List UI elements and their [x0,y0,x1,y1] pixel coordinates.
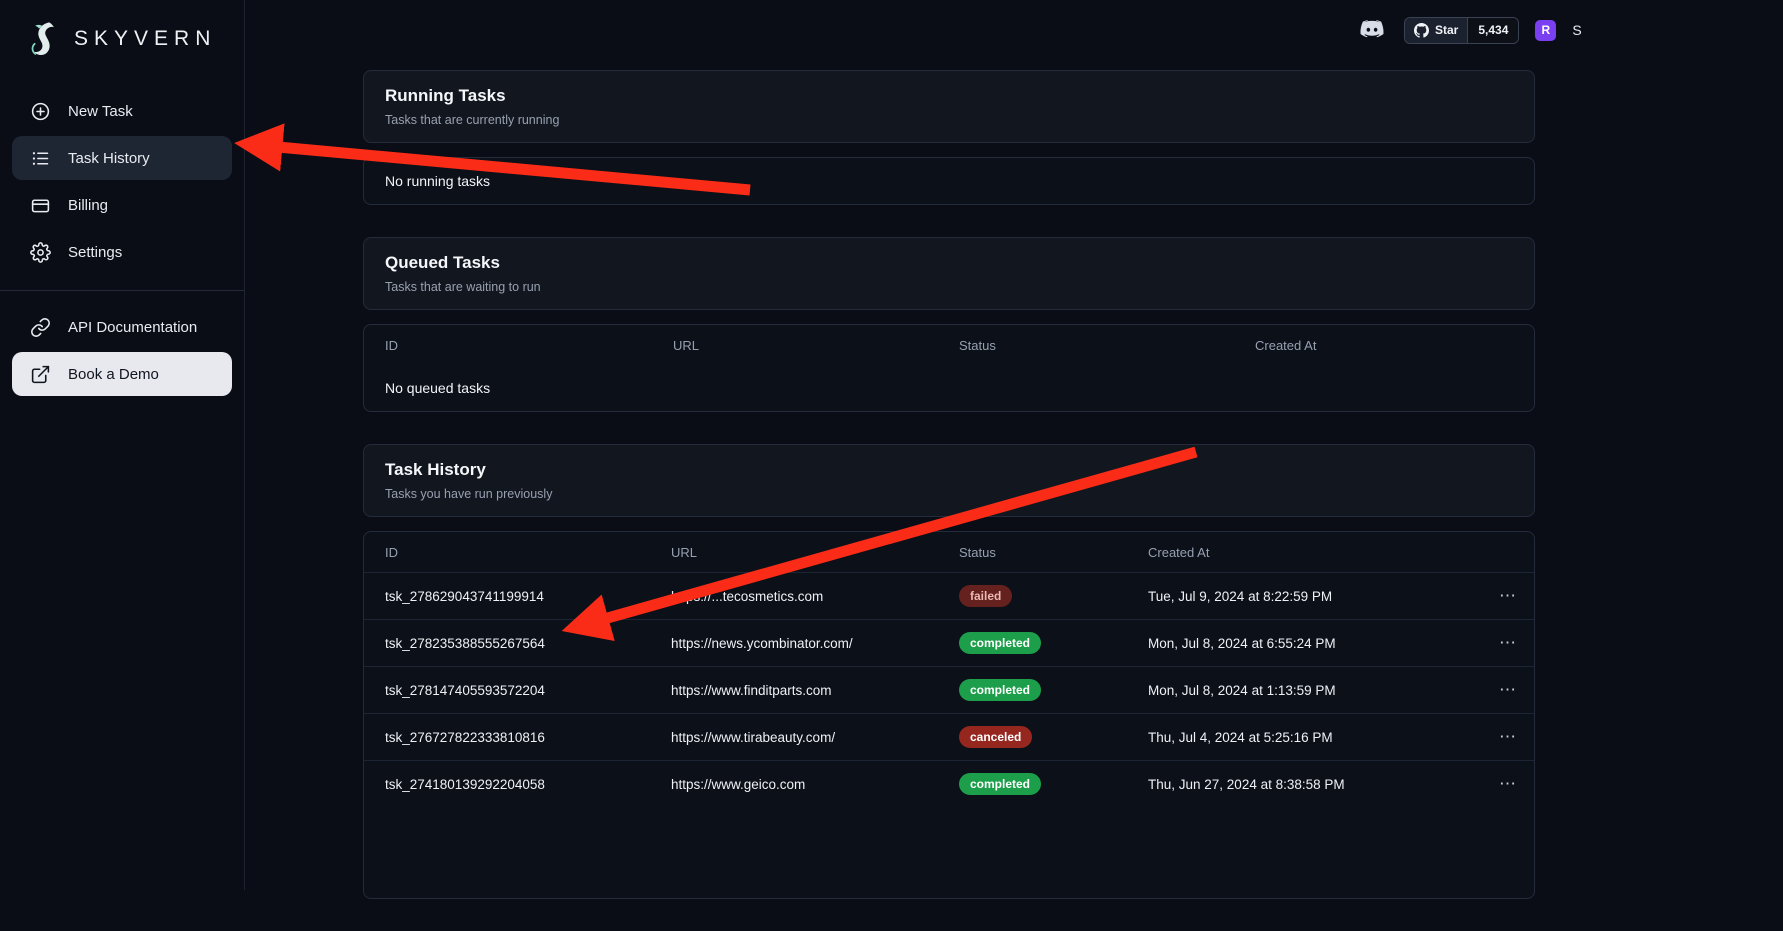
column-header-status: Status [959,338,1255,353]
external-link-icon [29,363,51,385]
plus-circle-icon [29,100,51,122]
table-header-row: ID URL Status Created At [364,532,1534,572]
section-subtitle: Tasks that are currently running [385,113,1513,127]
task-url: https://www.tirabeauty.com/ [671,730,959,745]
sidebar-item-label: Settings [68,244,122,261]
sidebar-divider [0,290,244,291]
column-header-status: Status [959,545,1148,560]
table-row[interactable]: tsk_278235388555267564 https://news.ycom… [364,619,1534,666]
running-tasks-section: Running Tasks Tasks that are currently r… [363,70,1535,205]
status-badge: completed [959,632,1041,655]
sidebar-nav: New Task Task History Billing Settings [0,89,244,396]
github-star-count[interactable]: 5,434 [1467,18,1518,43]
row-actions-button[interactable]: ⋯ [1466,586,1522,606]
status-badge: completed [959,773,1041,796]
sidebar: SKYVERN New Task Task History Billing Se… [0,0,245,890]
avatar[interactable]: R [1535,20,1556,41]
discord-link[interactable] [1358,18,1388,42]
section-subtitle: Tasks that are waiting to run [385,280,1513,294]
task-url: https://...tecosmetics.com [671,589,959,604]
task-created-at: Thu, Jul 4, 2024 at 5:25:16 PM [1148,730,1466,745]
status-badge: completed [959,679,1041,702]
task-created-at: Mon, Jul 8, 2024 at 6:55:24 PM [1148,636,1466,651]
section-title: Queued Tasks [385,253,1513,273]
task-history-table: ID URL Status Created At tsk_27862904374… [363,531,1535,899]
user-name-cutoff: S [1572,22,1581,38]
sidebar-item-label: Billing [68,197,108,214]
brand-name: SKYVERN [74,27,216,51]
queued-tasks-header: Queued Tasks Tasks that are waiting to r… [363,237,1535,310]
skyvern-dragon-icon [22,18,64,60]
list-icon [29,147,51,169]
discord-icon [1358,19,1386,41]
github-icon [1414,23,1429,38]
sidebar-item-label: Book a Demo [68,366,159,383]
column-header-id: ID [385,338,673,353]
github-star-widget[interactable]: Star 5,434 [1404,17,1519,44]
task-url: https://www.geico.com [671,777,959,792]
sidebar-item-task-history[interactable]: Task History [12,136,232,180]
task-history-header: Task History Tasks you have run previous… [363,444,1535,517]
sidebar-item-billing[interactable]: Billing [12,183,232,227]
sidebar-item-book-a-demo[interactable]: Book a Demo [12,352,232,396]
sidebar-item-new-task[interactable]: New Task [12,89,232,133]
row-actions-button[interactable]: ⋯ [1466,727,1522,747]
running-tasks-body: No running tasks [363,157,1535,205]
column-header-url: URL [671,545,959,560]
row-actions-button[interactable]: ⋯ [1466,774,1522,794]
task-created-at: Thu, Jun 27, 2024 at 8:38:58 PM [1148,777,1466,792]
status-badge: canceled [959,726,1032,749]
row-actions-button[interactable]: ⋯ [1466,680,1522,700]
github-star-button[interactable]: Star [1405,18,1467,43]
sidebar-item-label: New Task [68,103,133,120]
github-star-label: Star [1435,23,1458,37]
column-header-created-at: Created At [1148,545,1466,560]
task-history-section: Task History Tasks you have run previous… [363,444,1535,899]
topbar: Star 5,434 R S [1358,15,1582,45]
task-id: tsk_274180139292204058 [385,777,671,792]
table-header-row: ID URL Status Created At [364,325,1534,365]
table-row[interactable]: tsk_274180139292204058 https://www.geico… [364,760,1534,807]
task-url: https://news.ycombinator.com/ [671,636,959,651]
status-badge: failed [959,585,1012,608]
main-content: Running Tasks Tasks that are currently r… [363,70,1535,931]
column-header-id: ID [385,545,671,560]
section-title: Running Tasks [385,86,1513,106]
brand-logo[interactable]: SKYVERN [0,8,244,86]
task-id: tsk_276727822333810816 [385,730,671,745]
task-created-at: Tue, Jul 9, 2024 at 8:22:59 PM [1148,589,1466,604]
column-header-url: URL [673,338,959,353]
queued-tasks-table: ID URL Status Created At No queued tasks [363,324,1535,412]
queued-tasks-section: Queued Tasks Tasks that are waiting to r… [363,237,1535,412]
task-created-at: Mon, Jul 8, 2024 at 1:13:59 PM [1148,683,1466,698]
section-subtitle: Tasks you have run previously [385,487,1513,501]
task-id: tsk_278629043741199914 [385,589,671,604]
table-row[interactable]: tsk_278147405593572204 https://www.findi… [364,666,1534,713]
sidebar-item-label: API Documentation [68,319,197,336]
credit-card-icon [29,194,51,216]
queued-tasks-empty: No queued tasks [364,365,1534,411]
link-icon [29,316,51,338]
row-actions-button[interactable]: ⋯ [1466,633,1522,653]
sidebar-item-settings[interactable]: Settings [12,230,232,274]
sidebar-item-api-documentation[interactable]: API Documentation [12,305,232,349]
running-tasks-empty: No running tasks [364,158,1534,204]
table-row[interactable]: tsk_278629043741199914 https://...tecosm… [364,572,1534,619]
table-row[interactable]: tsk_276727822333810816 https://www.tirab… [364,713,1534,760]
task-id: tsk_278147405593572204 [385,683,671,698]
column-header-created-at: Created At [1255,338,1522,353]
task-url: https://www.finditparts.com [671,683,959,698]
running-tasks-header: Running Tasks Tasks that are currently r… [363,70,1535,143]
section-title: Task History [385,460,1513,480]
sidebar-item-label: Task History [68,150,150,167]
gear-icon [29,241,51,263]
task-id: tsk_278235388555267564 [385,636,671,651]
